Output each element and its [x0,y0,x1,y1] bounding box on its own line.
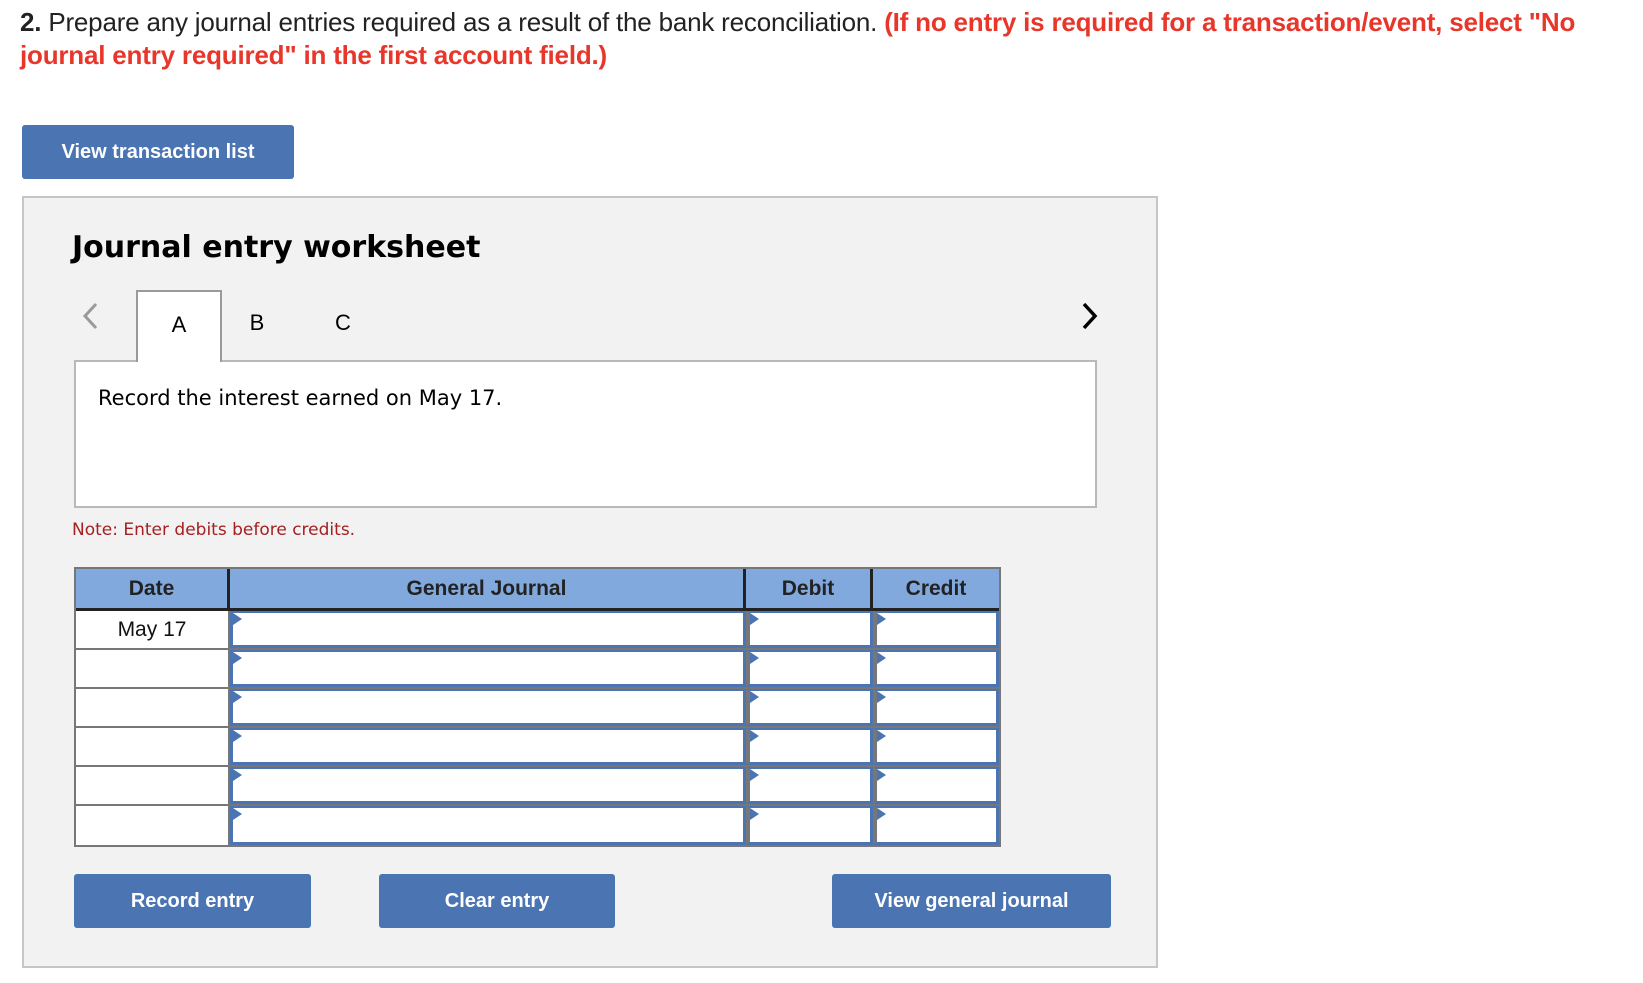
credit-input[interactable] [873,728,999,765]
worksheet-title: Journal entry worksheet [72,230,481,265]
date-cell[interactable] [76,689,230,726]
dropdown-flag-icon [877,613,886,625]
dropdown-flag-icon [233,691,242,703]
view-general-journal-button[interactable]: View general journal [832,874,1111,928]
dropdown-flag-icon [233,730,242,742]
transaction-description: Record the interest earned on May 17. [98,386,503,410]
debit-input[interactable] [746,650,873,687]
instruction-text: Prepare any journal entries required as … [41,7,885,37]
dropdown-flag-icon [750,613,759,625]
dropdown-flag-icon [877,808,886,820]
dropdown-flag-icon [877,730,886,742]
date-cell[interactable] [76,806,230,845]
debit-credit-note: Note: Enter debits before credits. [72,520,356,540]
dropdown-flag-icon [750,652,759,664]
table-row: May 17 [76,611,999,650]
chevron-right-icon [1082,302,1098,330]
instructions: 2. Prepare any journal entries required … [20,6,1640,72]
debit-input[interactable] [746,806,873,845]
date-cell: May 17 [76,611,230,648]
journal-body: May 17 [76,611,999,845]
debit-input[interactable] [746,611,873,648]
account-input[interactable] [230,611,746,648]
clear-entry-button[interactable]: Clear entry [379,874,615,928]
dropdown-flag-icon [750,730,759,742]
table-row [76,767,999,806]
record-entry-button[interactable]: Record entry [74,874,311,928]
account-input[interactable] [230,689,746,726]
previous-button[interactable] [78,298,102,334]
account-input[interactable] [230,650,746,687]
date-cell[interactable] [76,650,230,687]
journal-table: Date General Journal Debit Credit May 17 [74,567,1001,847]
header-credit: Credit [905,576,967,600]
debit-input[interactable] [746,767,873,804]
credit-input[interactable] [873,650,999,687]
dropdown-flag-icon [877,769,886,781]
tab-c[interactable]: C [308,290,378,362]
view-transaction-list-button[interactable]: View transaction list [22,125,294,179]
dropdown-flag-icon [750,808,759,820]
chevron-left-icon [82,302,98,330]
account-input[interactable] [230,728,746,765]
header-date: Date [76,569,230,608]
credit-input[interactable] [873,611,999,648]
date-cell[interactable] [76,767,230,804]
table-row [76,650,999,689]
date-cell[interactable] [76,728,230,765]
credit-input[interactable] [873,806,999,845]
tab-b[interactable]: B [222,290,292,362]
transaction-description-box: Record the interest earned on May 17. [74,360,1097,508]
table-row [76,728,999,767]
dropdown-flag-icon [750,769,759,781]
tab-a[interactable]: A [136,290,222,362]
debit-input[interactable] [746,689,873,726]
dropdown-flag-icon [233,613,242,625]
journal-entry-worksheet: Journal entry worksheet A B C Record the… [22,196,1158,968]
header-general-journal: General Journal [230,569,746,608]
header-debit: Debit [746,569,873,608]
debit-input[interactable] [746,728,873,765]
question-number: 2. [20,7,42,37]
dropdown-flag-icon [233,808,242,820]
dropdown-flag-icon [233,769,242,781]
dropdown-flag-icon [750,691,759,703]
tab-label: B [249,310,265,335]
tab-label: A [171,312,187,337]
tab-label: C [335,310,351,335]
table-row [76,806,999,845]
table-row [76,689,999,728]
dropdown-flag-icon [233,652,242,664]
dropdown-flag-icon [877,691,886,703]
credit-input[interactable] [873,689,999,726]
next-button[interactable] [1078,298,1102,334]
account-input[interactable] [230,767,746,804]
account-input[interactable] [230,806,746,845]
credit-input[interactable] [873,767,999,804]
journal-header-row: Date General Journal Debit Credit [76,569,999,611]
dropdown-flag-icon [877,652,886,664]
